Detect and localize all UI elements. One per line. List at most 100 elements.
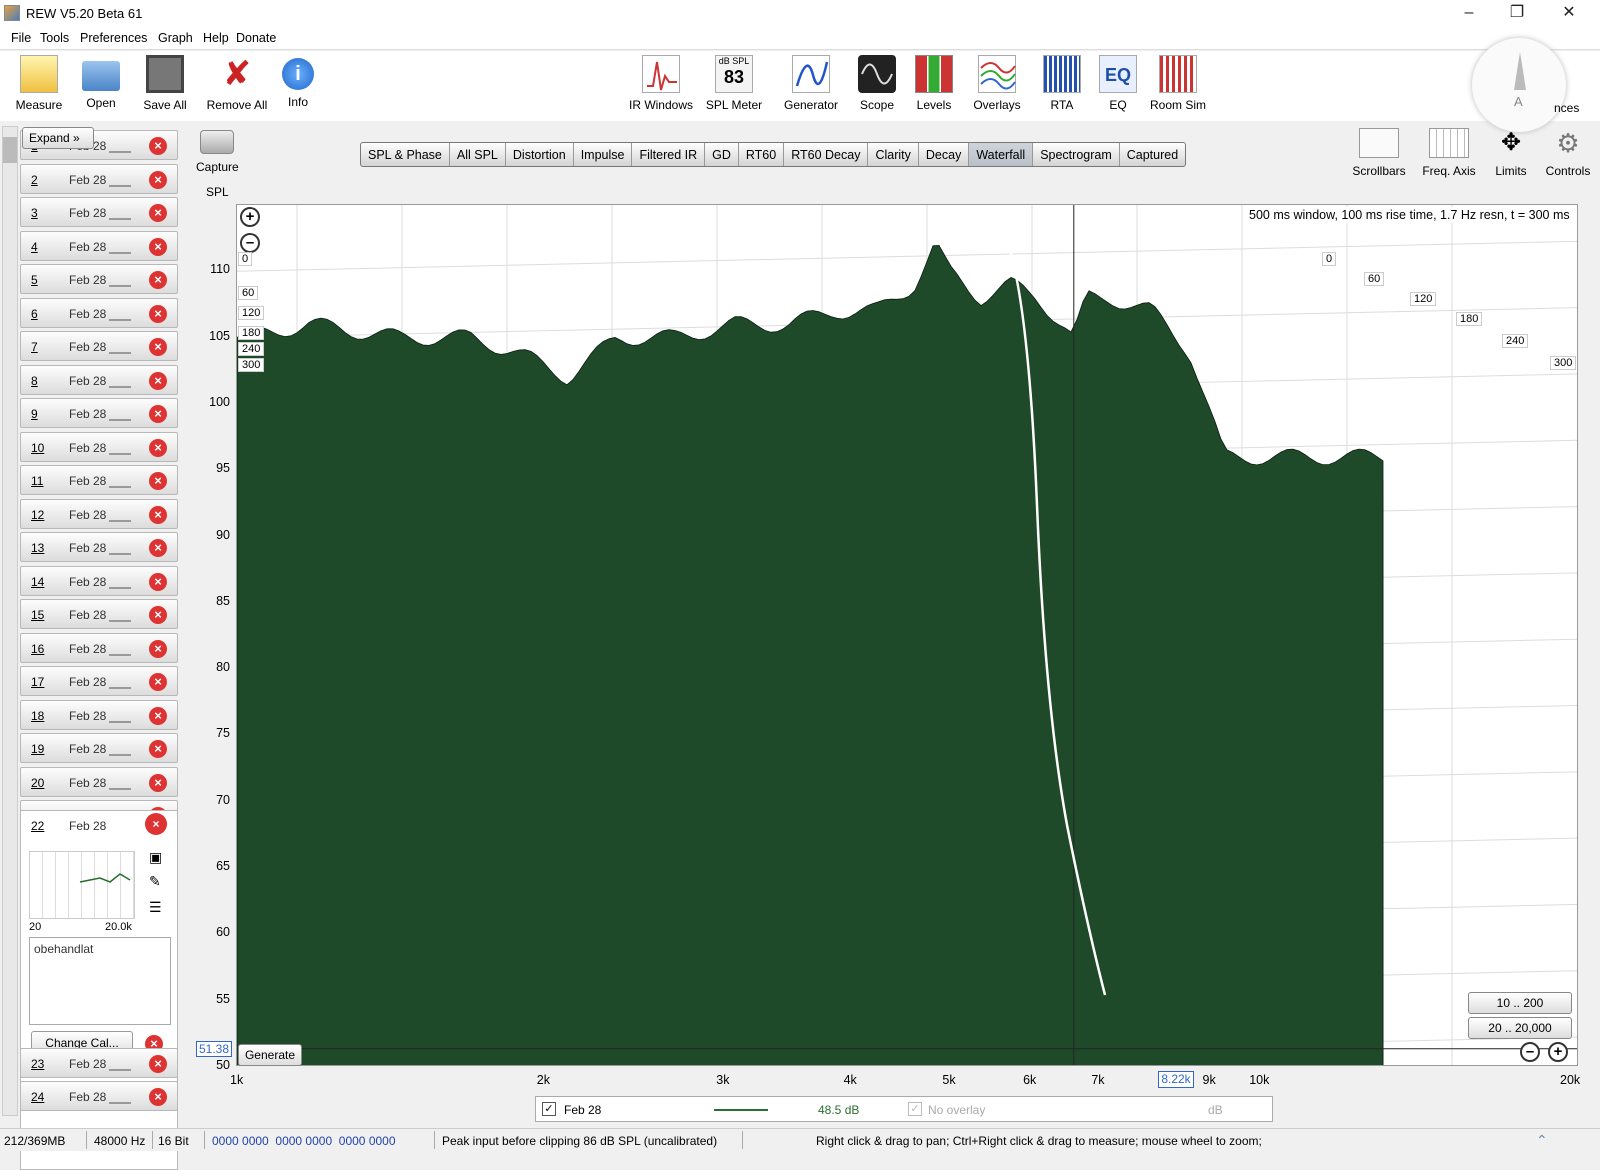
measurement-item[interactable]: 13 Feb 28 × [20, 532, 178, 562]
selected-measurement[interactable]: 22 Feb 28 20 20.0k × ▣ ✎ ☰ obehandlat Ch… [20, 810, 178, 1170]
tab-rt60-decay[interactable]: RT60 Decay [784, 143, 869, 166]
controls-button[interactable]: ⚙ Controls [1542, 128, 1594, 178]
preferences-dial[interactable]: A [1472, 38, 1566, 132]
measurement-item[interactable]: 10 Feb 28 × [20, 431, 178, 462]
document-icon[interactable]: ☰ [149, 899, 162, 916]
tab-distortion[interactable]: Distortion [506, 143, 574, 166]
measurement-scrollbar[interactable] [2, 126, 18, 1116]
menu-tools[interactable]: Tools [40, 31, 69, 45]
x-zoom-out-icon[interactable]: – [1520, 1042, 1540, 1062]
eq-button[interactable]: EQ EQ [1098, 55, 1138, 119]
remove-measurement-icon[interactable]: × [149, 405, 167, 423]
tab-gd[interactable]: GD [705, 143, 739, 166]
menu-donate[interactable]: Donate [236, 31, 276, 45]
measure-button[interactable]: Measure [12, 55, 66, 119]
tab-waterfall[interactable]: Waterfall [969, 143, 1034, 166]
remove-measurement-icon[interactable]: × [149, 505, 167, 524]
capture-button[interactable]: Capture [196, 130, 239, 174]
tab-rt60[interactable]: RT60 [739, 143, 785, 166]
measurement-item[interactable]: 17 Feb 28 × [20, 666, 178, 696]
scrollbar-thumb[interactable] [3, 137, 17, 163]
waterfall-plot[interactable] [236, 204, 1578, 1066]
remove-measurement-icon[interactable]: × [149, 472, 167, 490]
close-button[interactable]: ✕ [1546, 0, 1592, 26]
remove-measurement-icon[interactable]: × [149, 137, 167, 155]
chevron-up-icon[interactable]: ⌃ [1536, 1132, 1548, 1149]
remove-measurement-icon[interactable]: × [149, 338, 167, 356]
tab-filtered-ir[interactable]: Filtered IR [632, 143, 706, 166]
measurement-item[interactable]: 24 Feb 28 × [20, 1081, 178, 1111]
legend-checkbox[interactable]: ✓ [542, 1102, 556, 1116]
freq-axis-button[interactable]: Freq. Axis [1418, 128, 1480, 178]
measurement-item[interactable]: 2 Feb 28 × [20, 163, 178, 194]
remove-measurement-icon[interactable]: × [149, 1088, 167, 1106]
measurement-item[interactable]: 20 Feb 28 × [20, 766, 178, 797]
menu-help[interactable]: Help [203, 31, 229, 45]
measurement-item[interactable]: 4 Feb 28 × [20, 230, 178, 261]
menu-preferences[interactable]: Preferences [80, 31, 147, 45]
measurement-item[interactable]: 7 Feb 28 × [20, 331, 178, 361]
remove-measurement-icon[interactable]: × [149, 539, 167, 557]
remove-measurement-icon[interactable]: × [149, 371, 167, 390]
menu-graph[interactable]: Graph [158, 31, 193, 45]
info-button[interactable]: i Info [278, 55, 318, 119]
measurement-item[interactable]: 5 Feb 28 × [20, 264, 178, 294]
remove-measurement-icon[interactable]: × [149, 1055, 167, 1073]
measurement-item[interactable]: 14 Feb 28 × [20, 565, 178, 596]
tab-spl-phase[interactable]: SPL & Phase [361, 143, 450, 166]
generator-button[interactable]: Generator [780, 55, 842, 119]
measurement-item[interactable]: 23 Feb 28 × [20, 1048, 178, 1078]
remove-measurement-icon[interactable]: × [149, 572, 167, 591]
remove-measurement-icon[interactable]: × [149, 606, 167, 624]
tab-all-spl[interactable]: All SPL [450, 143, 506, 166]
remove-measurement-icon[interactable]: × [149, 673, 167, 691]
pen-icon[interactable]: ✎ [149, 873, 161, 890]
room-sim-button[interactable]: Room Sim [1148, 55, 1208, 119]
limits-button[interactable]: ✥ Limits [1490, 128, 1532, 178]
notes-field[interactable]: obehandlat [29, 937, 171, 1025]
x-zoom-in-icon[interactable]: + [1548, 1042, 1568, 1062]
ir-windows-button[interactable]: IR Windows [628, 55, 694, 119]
remove-measurement-icon[interactable]: × [149, 740, 167, 758]
rta-button[interactable]: RTA [1042, 55, 1082, 119]
remove-measurement-icon[interactable]: × [149, 773, 167, 792]
remove-measurement-icon[interactable]: × [149, 237, 167, 256]
measurement-item[interactable]: 19 Feb 28 × [20, 733, 178, 763]
remove-measurement-icon[interactable]: × [149, 271, 167, 289]
levels-button[interactable]: Levels [912, 55, 956, 119]
generate-button[interactable]: Generate [238, 1044, 302, 1066]
scrollbars-button[interactable]: Scrollbars [1348, 128, 1410, 178]
remove-measurement-icon[interactable]: × [149, 706, 167, 725]
open-button[interactable]: Open [78, 55, 124, 119]
zoom-out-icon[interactable]: – [240, 233, 260, 253]
remove-measurement-icon[interactable]: × [149, 438, 167, 457]
spl-meter-button[interactable]: dB SPL 83 SPL Meter [704, 55, 764, 119]
remove-measurement-icon[interactable]: × [149, 639, 167, 658]
remove-measurement-icon[interactable]: × [149, 170, 167, 189]
measurement-item[interactable]: 3 Feb 28 × [20, 197, 178, 227]
remove-measurement-icon[interactable]: × [149, 304, 167, 323]
tab-impulse[interactable]: Impulse [574, 143, 633, 166]
graph-settings-icon[interactable]: ▣ [149, 849, 162, 866]
measurement-item[interactable]: 15 Feb 28 × [20, 599, 178, 629]
minimize-button[interactable]: – [1446, 0, 1492, 26]
measurement-item[interactable]: 8 Feb 28 × [20, 364, 178, 395]
restore-button[interactable]: ❐ [1494, 0, 1540, 26]
save-all-button[interactable]: Save All [138, 55, 192, 119]
measurement-item[interactable]: 16 Feb 28 × [20, 632, 178, 663]
remove-measurement-icon[interactable]: × [145, 813, 167, 835]
scope-button[interactable]: Scope [856, 55, 898, 119]
expand-button[interactable]: Expand » [22, 127, 94, 149]
measurement-item[interactable]: 6 Feb 28 × [20, 297, 178, 328]
overlay-checkbox[interactable]: ✓ [908, 1102, 922, 1116]
tab-spectrogram[interactable]: Spectrogram [1033, 143, 1120, 166]
tab-decay[interactable]: Decay [919, 143, 970, 166]
zoom-in-icon[interactable]: + [240, 207, 260, 227]
tab-clarity[interactable]: Clarity [868, 143, 919, 166]
range-button-10-200[interactable]: 10 .. 200 [1468, 992, 1572, 1014]
menu-file[interactable]: File [11, 31, 31, 45]
measurement-item[interactable]: 18 Feb 28 × [20, 699, 178, 730]
remove-measurement-icon[interactable]: × [149, 204, 167, 222]
tab-captured[interactable]: Captured [1120, 143, 1185, 166]
remove-all-button[interactable]: ✘ Remove All [204, 55, 270, 119]
